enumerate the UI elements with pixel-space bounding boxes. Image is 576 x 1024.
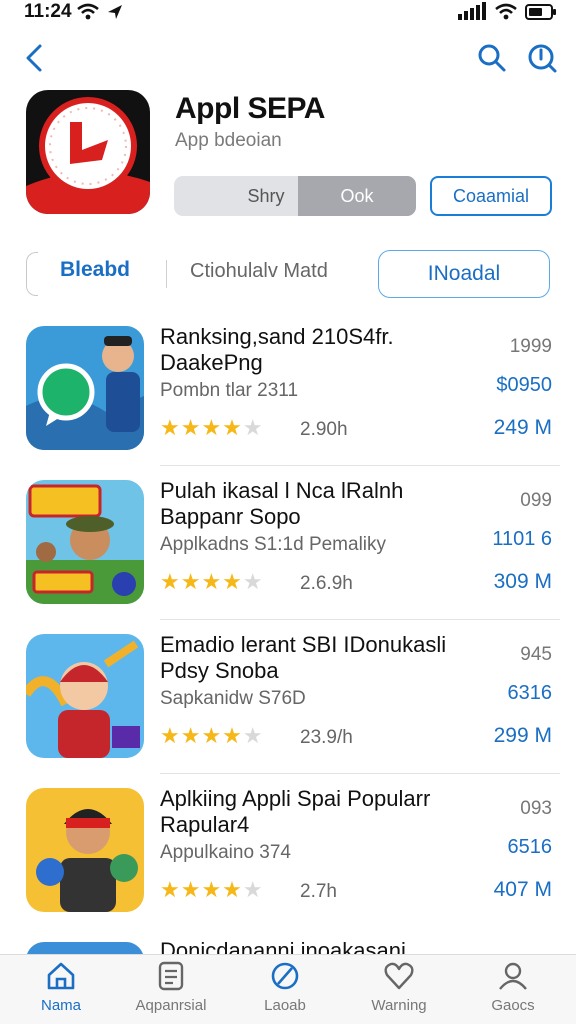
item-name: Aplkiing Appli Spai Popularr Rapular4 [160, 786, 431, 837]
apps-icon [158, 961, 184, 991]
tab-label: Aqpanrsial [135, 997, 207, 1014]
list-item[interactable]: Aplkiing Appli Spai Popularr Rapular4 Ap… [0, 774, 576, 928]
get-button[interactable]: Coaamial [430, 176, 552, 216]
item-count: 099 [520, 490, 552, 511]
game-app-icon [26, 480, 144, 604]
item-size: 309 M [493, 570, 552, 593]
item-price: 6516 [507, 836, 553, 858]
home-icon [47, 962, 75, 990]
wifi-icon [77, 3, 122, 20]
item-price: $0950 [496, 374, 552, 396]
item-size: 299 M [493, 724, 552, 747]
item-size: 249 M [493, 416, 552, 439]
tab-label: Warning [371, 997, 427, 1014]
item-price: 1101 6 [492, 528, 552, 550]
star-rating: ★★★★★ [160, 415, 264, 441]
back-button[interactable] [20, 38, 52, 78]
clock-logo-icon [26, 90, 150, 214]
item-price: 6316 [507, 682, 553, 704]
search-button[interactable] [474, 40, 510, 76]
item-name: Ranksing,sand 210S4fr. DaakePng [160, 324, 394, 375]
tab-label: Laoab [264, 997, 306, 1014]
star-icon: ★★★★ [160, 723, 243, 748]
item-rating-count: 2.90h [300, 419, 348, 440]
item-count: 093 [520, 798, 552, 819]
character-app-icon [26, 634, 144, 758]
star-icon: ★★★★ [160, 415, 243, 440]
nav-bar [0, 34, 576, 82]
item-count: 1999 [509, 336, 552, 357]
tab-home[interactable]: Nama [6, 961, 116, 1021]
chat-app-icon [26, 326, 144, 450]
info-icon [528, 44, 557, 73]
tab-favorites[interactable]: Warning [344, 961, 454, 1021]
filter-tab-1[interactable]: Bleabd [60, 258, 130, 282]
list-item[interactable]: Emadio lerant SBI IDonukasli Pdsy Snoba … [0, 620, 576, 774]
star-empty-icon: ★ [242, 877, 264, 902]
tab-label: Gaocs [491, 997, 535, 1014]
star-empty-icon: ★ [242, 415, 264, 440]
item-name: Emadio lerant SBI IDonukasli Pdsy Snoba [160, 632, 447, 683]
star-rating: ★★★★★ [160, 723, 264, 749]
star-icon: ★★★★ [160, 569, 243, 594]
item-name: Pulah ikasal l Nca lRalnh Bappanr Sopo [160, 478, 404, 529]
person-icon [499, 962, 527, 990]
item-rating-count: 2.6.9h [300, 573, 353, 594]
filter-tab-2[interactable]: Ctiohulalv Matd [190, 260, 328, 283]
status-time: 11:24 [24, 1, 72, 22]
star-rating: ★★★★★ [160, 877, 264, 903]
filter-edge [26, 252, 38, 296]
app-subtitle: App bdeoian [175, 130, 282, 151]
info-button[interactable] [524, 40, 560, 76]
star-empty-icon: ★ [242, 723, 264, 748]
tab-profile[interactable]: Gaocs [458, 961, 568, 1021]
filter-row: Bleabd Ctiohulalv Matd INoadal [0, 248, 576, 300]
item-subtitle: Pombn tlar 2311 [160, 380, 299, 401]
item-rating-count: 2.7h [300, 881, 337, 902]
star-icon: ★★★★ [160, 877, 243, 902]
signal-wifi-battery-icons [458, 2, 556, 20]
tab-bar: Nama Aqpanrsial Laoab Warning Gaocs [0, 954, 576, 1024]
list-item[interactable]: Ranksing,sand 210S4fr. DaakePng Pombn tl… [0, 312, 576, 466]
tab-slash[interactable]: Laoab [230, 961, 340, 1021]
status-left-icons [76, 2, 128, 27]
segmented-control: Shry Ook [174, 176, 416, 216]
status-right-icons [458, 2, 558, 27]
filter-tab-active[interactable]: INoadal [378, 250, 550, 298]
star-rating: ★★★★★ [160, 569, 264, 595]
item-subtitle: Sapkanidw S76D [160, 688, 306, 709]
tab-label: Nama [40, 997, 81, 1014]
segment-option-a[interactable]: Shry [174, 176, 298, 216]
slash-circle-icon [271, 962, 299, 990]
tab-apps[interactable]: Aqpanrsial [116, 961, 226, 1021]
item-count: 945 [520, 644, 552, 665]
star-empty-icon: ★ [242, 569, 264, 594]
search-icon [478, 44, 506, 72]
heart-icon [384, 962, 414, 990]
hero-app-icon [26, 788, 144, 912]
item-size: 407 M [493, 878, 552, 901]
status-bar: 11:24 [0, 0, 576, 24]
segment-option-b[interactable]: Ook [298, 176, 416, 216]
item-subtitle: Appulkaino 374 [160, 842, 291, 863]
item-rating-count: 23.9/h [300, 727, 353, 748]
item-subtitle: Applkadns S1:1d Pemaliky [160, 534, 387, 555]
chevron-left-icon [26, 44, 42, 72]
app-header: Appl SEPA App bdeoian Shry Ook Coaamial [0, 88, 576, 220]
filter-divider [166, 260, 167, 288]
list-item[interactable]: Pulah ikasal l Nca lRalnh Bappanr Sopo A… [0, 466, 576, 620]
app-title: Appl SEPA [175, 92, 325, 125]
